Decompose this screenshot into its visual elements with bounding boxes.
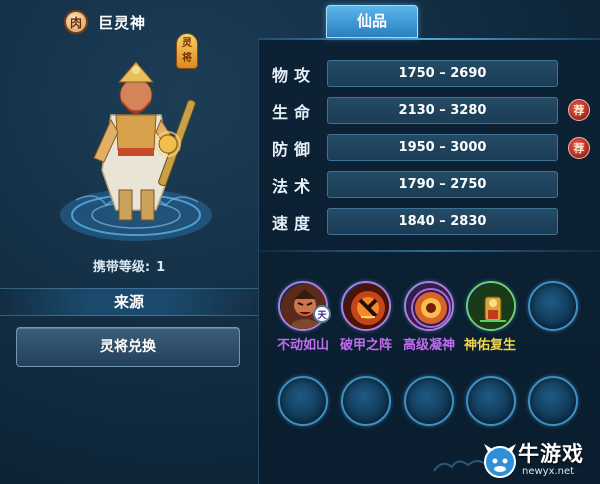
bull-logo-icon (484, 444, 516, 478)
skill-slot-empty[interactable] (404, 376, 454, 426)
tian-badge: 天 (313, 305, 331, 323)
shield-break-icon (344, 284, 389, 329)
stat-row-speed: 速度 1840 – 2830 (264, 208, 600, 236)
skill-name-3: 高级凝神 (402, 338, 455, 353)
skill-slot-3[interactable] (404, 281, 454, 331)
revive-idol-icon (469, 284, 514, 329)
stat-value: 2130 – 3280 (327, 97, 558, 124)
watermark-url: newyx.net (522, 466, 575, 477)
watermark-brand: 牛游戏 (518, 442, 584, 466)
hero-header: 肉 巨灵神 (64, 10, 146, 34)
skill-slot-empty[interactable] (466, 376, 516, 426)
stat-label: 生命 (272, 103, 317, 122)
skill-name-2: 破甲之阵 (339, 338, 392, 353)
skill-slot-empty[interactable] (278, 376, 328, 426)
skill-name-4: 神佑复生 (463, 338, 516, 353)
focus-orb-icon (407, 284, 452, 329)
exchange-button[interactable]: 灵将兑换 (16, 327, 240, 367)
skill-name-1: 不动如山 (276, 338, 329, 353)
section-divider (258, 250, 600, 252)
stat-label: 速度 (272, 214, 317, 233)
hero-type-badge: 肉 (64, 10, 88, 34)
carry-level-value: 1 (156, 260, 166, 275)
stat-row-defense: 防御 1950 – 3000 荐 (264, 134, 600, 162)
skill-slot-2[interactable] (341, 281, 391, 331)
hero-name: 巨灵神 (98, 13, 147, 32)
carry-level-label: 携带等级: (92, 260, 151, 275)
watermark: 牛游戏 newyx.net (478, 436, 600, 484)
stat-value: 1750 – 2690 (327, 60, 558, 87)
tab-xianpin[interactable]: 仙品 (326, 5, 418, 38)
hero-portrait[interactable] (56, 40, 216, 255)
skill-slot-4[interactable] (466, 281, 516, 331)
stat-row-hp: 生命 2130 – 3280 荐 (264, 97, 600, 125)
skill-slot-empty[interactable] (341, 376, 391, 426)
stat-row-attack: 物攻 1750 – 2690 (264, 60, 600, 88)
stat-value: 1790 – 2750 (327, 171, 558, 198)
recommend-badge: 荐 (568, 99, 590, 121)
stat-label: 防御 (272, 140, 317, 159)
recommend-badge: 荐 (568, 137, 590, 159)
tab-underline (258, 38, 600, 40)
stat-value: 1950 – 3000 (327, 134, 558, 161)
carry-level: 携带等级: 1 (0, 256, 258, 275)
stat-label: 法术 (272, 177, 317, 196)
skill-slot-empty[interactable] (528, 281, 578, 331)
hero-panel: 肉 巨灵神 灵 将 携带等级: 1 来源 灵将兑换 (0, 0, 258, 484)
stat-label: 物攻 (272, 66, 317, 85)
skill-slot-empty[interactable] (528, 376, 578, 426)
stat-row-magic: 法术 1790 – 2750 (264, 171, 600, 199)
source-title: 来源 (0, 288, 258, 316)
stat-value: 1840 – 2830 (327, 208, 558, 235)
